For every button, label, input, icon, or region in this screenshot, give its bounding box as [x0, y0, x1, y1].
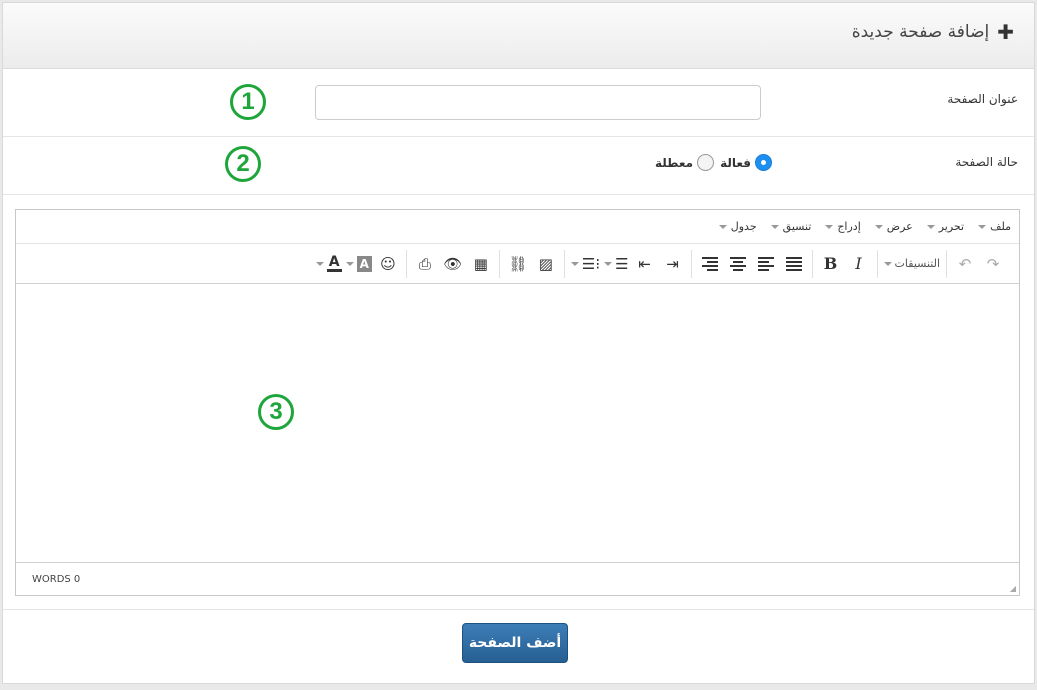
chevron-down-icon: [825, 224, 834, 229]
panel-title: ✚ إضافة صفحة جديدة: [852, 22, 1014, 42]
formats-group: التنسيقات: [876, 249, 946, 278]
page-title-input[interactable]: [315, 85, 761, 120]
menu-table[interactable]: جدول: [718, 220, 757, 233]
image-icon[interactable]: ▨: [534, 252, 558, 276]
redo-icon[interactable]: ↷: [981, 252, 1005, 276]
marker-3: 3: [258, 394, 294, 430]
video-icon[interactable]: ▦: [469, 252, 493, 276]
align-right-icon[interactable]: [754, 252, 778, 276]
chevron-down-icon: [718, 224, 727, 229]
editor-menubar: ملف تحرير عرض إدراج تنسيق جدول: [16, 210, 1019, 244]
status-disabled-radio[interactable]: [697, 154, 715, 171]
status-disabled-option[interactable]: معطلة: [655, 154, 715, 171]
align-left-icon[interactable]: [698, 252, 722, 276]
background-color-icon: A: [356, 255, 372, 272]
link-icon[interactable]: ⛓: [506, 252, 530, 276]
history-group: ↷ ↶: [946, 249, 1011, 278]
editor-content-area[interactable]: [16, 285, 1019, 563]
background-color-button[interactable]: A: [345, 252, 372, 276]
menu-edit[interactable]: تحرير: [926, 220, 964, 233]
chevron-down-icon: [345, 261, 354, 266]
color-group: ☺ A A: [310, 250, 406, 278]
rich-text-editor: ملف تحرير عرض إدراج تنسيق جدول ↷ ↶ التنس…: [15, 209, 1020, 596]
chevron-down-icon: [315, 261, 324, 266]
status-radio-group: فعالة معطلة: [655, 154, 772, 171]
word-count: WORDS 0: [32, 574, 81, 585]
menu-insert[interactable]: إدراج: [825, 220, 861, 233]
outdent-icon[interactable]: ⇤: [633, 252, 657, 276]
preview-eye-icon[interactable]: 👁: [441, 252, 465, 276]
emoticon-icon[interactable]: ☺: [376, 252, 400, 276]
add-page-panel: ✚ إضافة صفحة جديدة عنوان الصفحة حالة الص…: [2, 2, 1035, 684]
panel-title-text: إضافة صفحة جديدة: [851, 22, 990, 42]
status-disabled-label: معطلة: [655, 155, 694, 170]
footer-divider: [3, 609, 1034, 610]
marker-2: 2: [225, 146, 261, 182]
alignment-group: [690, 249, 812, 278]
editor-toolbar: ↷ ↶ التنسيقات I B ⇥ ⇤ ☰ ⁝☰ ▨ ⛓ ▦ 👁 ⎙ ☺ A…: [16, 244, 1019, 284]
menu-view[interactable]: عرض: [874, 220, 913, 233]
bold-button[interactable]: B: [819, 252, 843, 276]
list-group: ⇥ ⇤ ☰ ⁝☰: [563, 249, 691, 278]
chevron-down-icon: [926, 224, 935, 229]
status-active-radio[interactable]: [755, 154, 772, 171]
editor-statusbar: WORDS 0 ◢: [16, 564, 1019, 596]
status-active-option[interactable]: فعالة: [720, 154, 772, 171]
page-status-row: حالة الصفحة فعالة معطلة: [3, 137, 1034, 195]
page-title-label: عنوان الصفحة: [947, 92, 1018, 106]
chevron-down-icon: [978, 224, 987, 229]
chevron-down-icon: [883, 261, 892, 266]
resize-handle-icon[interactable]: ◢: [1010, 584, 1016, 593]
align-center-icon[interactable]: [726, 252, 750, 276]
text-style-group: I B: [811, 249, 877, 278]
menu-format[interactable]: تنسيق: [770, 220, 811, 233]
marker-1: 1: [230, 84, 266, 120]
formats-dropdown[interactable]: التنسيقات: [883, 252, 940, 276]
page-status-label: حالة الصفحة: [955, 155, 1018, 169]
text-color-icon: A: [326, 254, 342, 272]
add-page-button[interactable]: أضف الصفحة: [462, 623, 568, 663]
page-title-row: عنوان الصفحة: [3, 69, 1034, 137]
plus-icon: ✚: [997, 20, 1014, 44]
chevron-down-icon: [770, 224, 779, 229]
numbered-list-icon[interactable]: ☰: [604, 252, 629, 276]
panel-header: ✚ إضافة صفحة جديدة: [3, 3, 1034, 69]
align-justify-icon[interactable]: [782, 252, 806, 276]
menu-file[interactable]: ملف: [978, 220, 1011, 233]
insert-group: ▨ ⛓: [498, 249, 564, 278]
text-color-button[interactable]: A: [315, 252, 342, 276]
bullet-list-icon[interactable]: ⁝☰: [570, 252, 600, 276]
chevron-down-icon: [604, 261, 613, 266]
undo-icon[interactable]: ↶: [953, 252, 977, 276]
italic-button[interactable]: I: [847, 252, 871, 276]
chevron-down-icon: [570, 261, 579, 266]
print-icon[interactable]: ⎙: [413, 252, 437, 276]
chevron-down-icon: [874, 224, 883, 229]
status-active-label: فعالة: [720, 155, 751, 170]
media-group: ▦ 👁 ⎙: [405, 249, 499, 278]
indent-icon[interactable]: ⇥: [661, 252, 685, 276]
